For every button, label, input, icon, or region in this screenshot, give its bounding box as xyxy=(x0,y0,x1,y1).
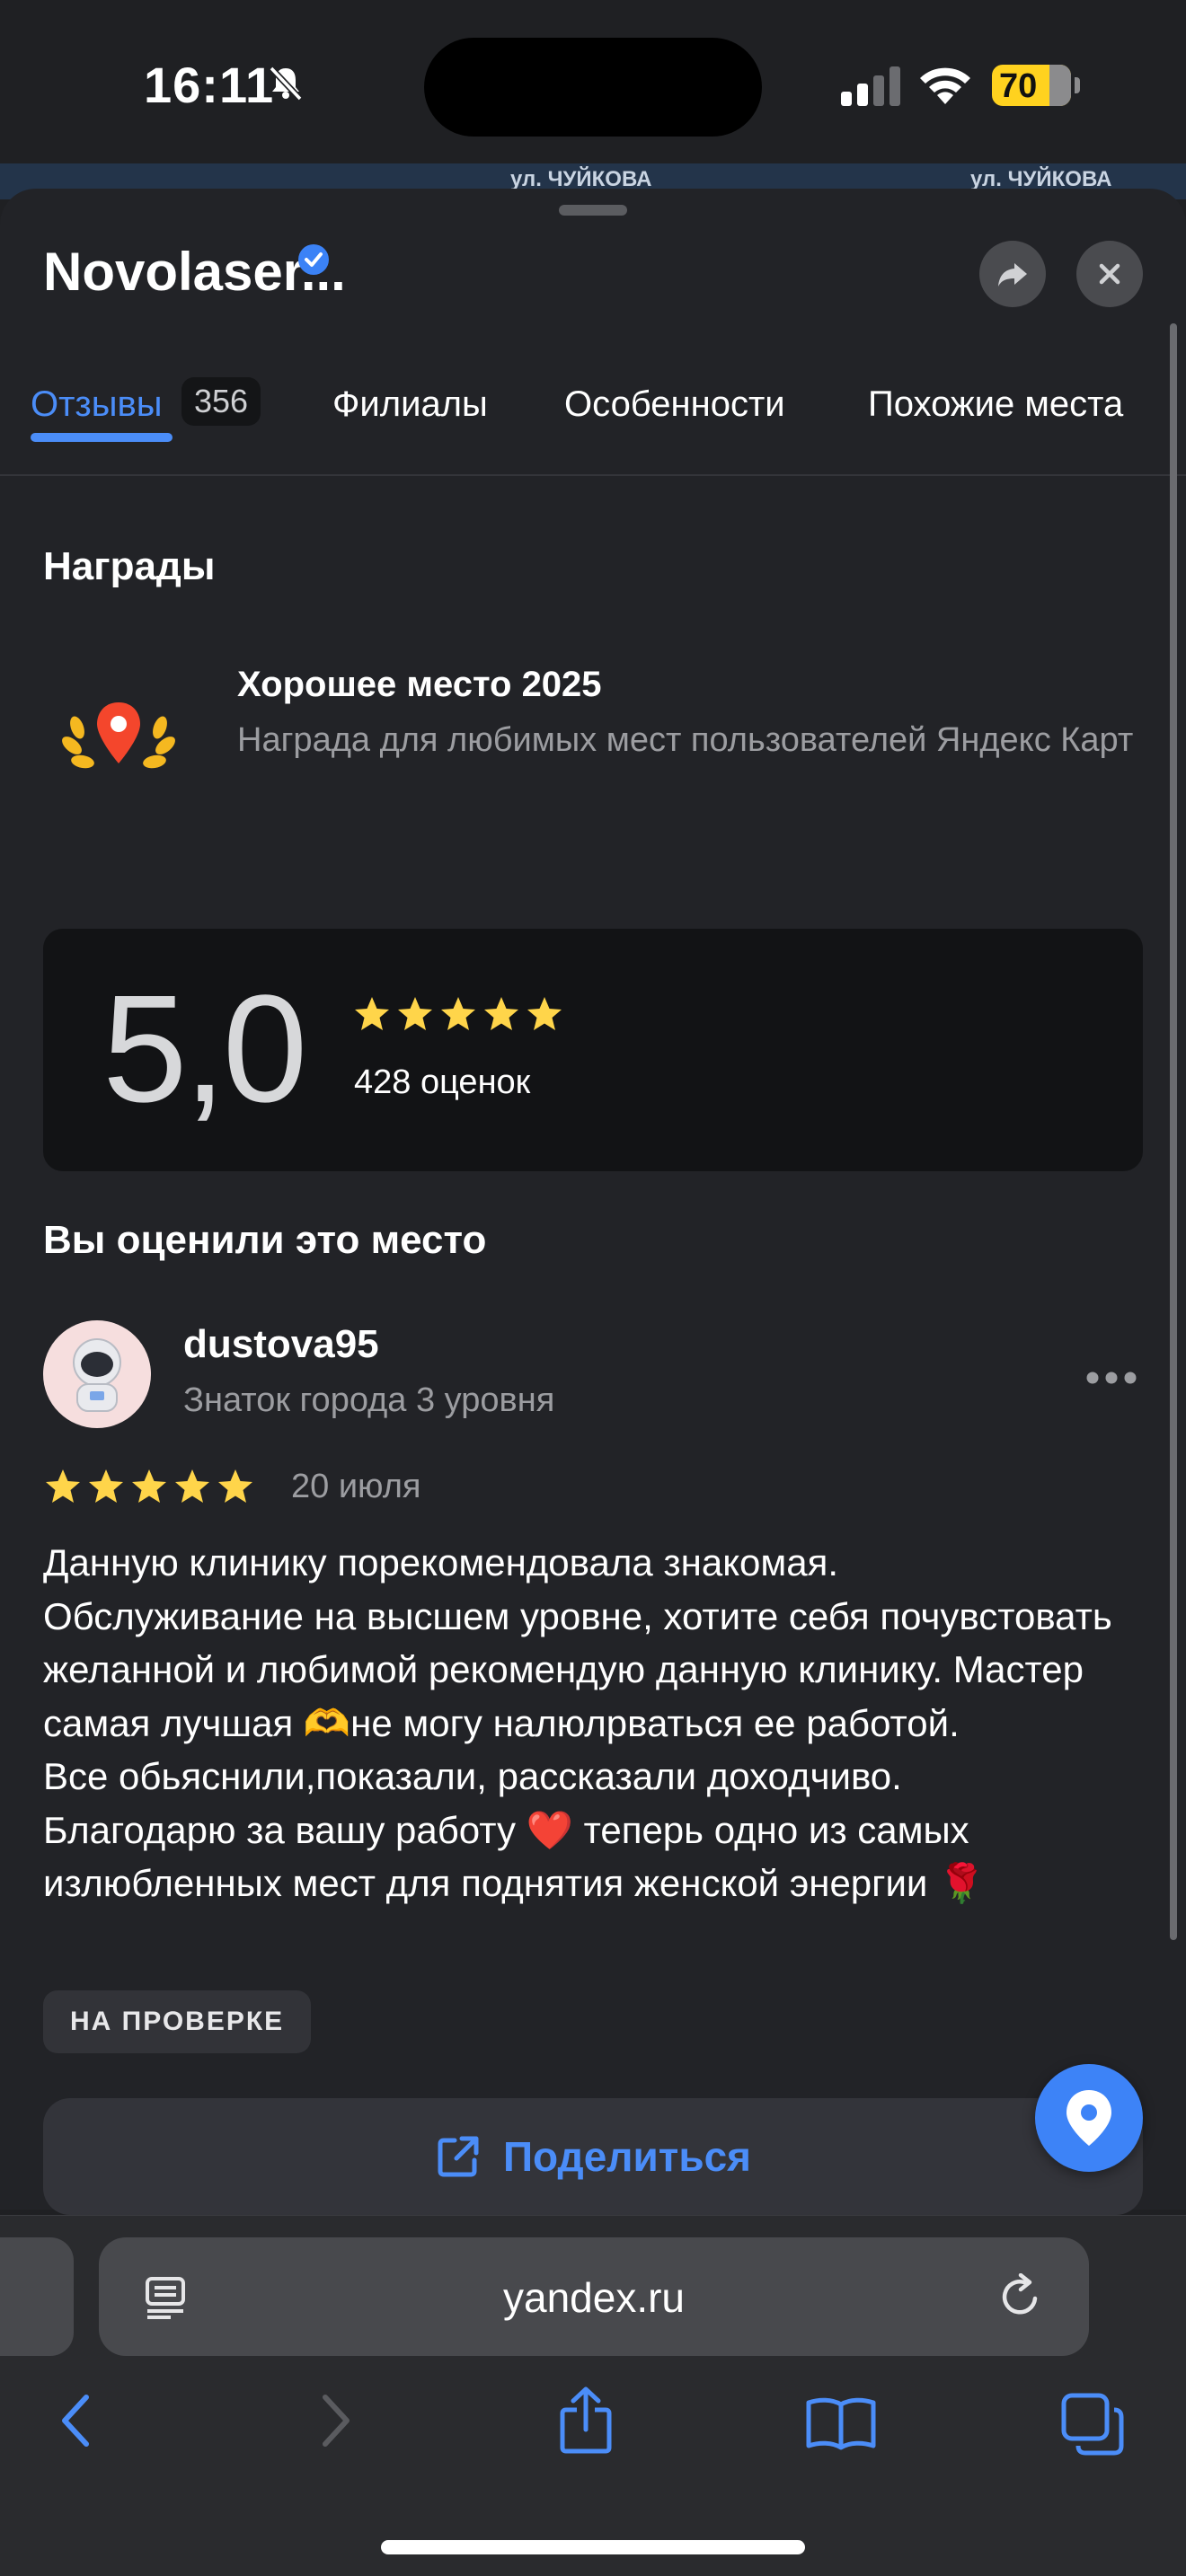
external-share-icon xyxy=(438,2136,479,2177)
battery-indicator: 70 xyxy=(992,65,1071,106)
share-place-label: Поделиться xyxy=(502,2133,752,2180)
bell-slash-icon xyxy=(266,63,305,107)
star-icon xyxy=(218,1469,252,1503)
sheet-grabber[interactable] xyxy=(559,205,627,216)
tabs-icon[interactable] xyxy=(1060,2392,1125,2461)
location-button[interactable] xyxy=(1035,2064,1143,2172)
home-indicator[interactable] xyxy=(381,2540,805,2554)
star-icon xyxy=(527,997,562,1030)
star-icon xyxy=(46,1469,80,1503)
dynamic-island xyxy=(424,38,762,137)
share-place-button[interactable]: Поделиться xyxy=(43,2098,1143,2215)
more-icon[interactable] xyxy=(1085,1371,1137,1389)
bookmarks-icon[interactable] xyxy=(805,2395,877,2456)
tab-label: Отзывы xyxy=(31,384,163,424)
rating-value: 5,0 xyxy=(102,964,307,1134)
url-text: yandex.ru xyxy=(502,2274,685,2321)
awards-heading: Награды xyxy=(43,544,216,588)
star-icon xyxy=(132,1469,166,1503)
review-stars xyxy=(43,1468,259,1512)
close-icon xyxy=(1099,263,1120,285)
close-button[interactable] xyxy=(1076,241,1143,307)
star-icon xyxy=(398,997,432,1030)
review-author-level: Знаток города 3 уровня xyxy=(183,1381,555,1419)
back-icon[interactable] xyxy=(56,2392,95,2454)
status-time: 16:11 xyxy=(144,57,275,113)
avatar[interactable] xyxy=(43,1320,151,1428)
share-sheet-icon[interactable] xyxy=(557,2386,615,2459)
share-button[interactable] xyxy=(979,241,1046,307)
location-pin-icon xyxy=(1067,2090,1111,2146)
star-icon xyxy=(484,997,518,1030)
status-bar: 16:11 70 xyxy=(0,0,1186,171)
tab-features[interactable]: Особенности xyxy=(564,384,785,425)
wifi-icon xyxy=(918,63,972,109)
rating-summary: 5,0 428 оценок xyxy=(43,929,1143,1171)
tab-similar-places[interactable]: Похожие места xyxy=(868,384,1123,425)
tab-bar: Отзывы 356 Филиалы Особенности Похожие м… xyxy=(0,359,1186,476)
review-text: Данную клинику порекомендовала знакомая.… xyxy=(43,1541,1112,1904)
forward-icon[interactable] xyxy=(316,2392,356,2454)
ratings-count: 428 оценок xyxy=(354,1063,531,1101)
status-badge: НА ПРОВЕРКЕ xyxy=(43,1990,312,2053)
award-pin-icon xyxy=(59,692,178,786)
share-icon xyxy=(998,263,1027,287)
your-review-heading: Вы оценили это место xyxy=(43,1218,487,1262)
rating-stars xyxy=(352,995,568,1039)
star-icon xyxy=(441,997,475,1030)
address-bar[interactable]: yandex.ru xyxy=(99,2237,1089,2356)
astronaut-icon xyxy=(73,1338,121,1412)
award-title: Хорошее место 2025 xyxy=(237,665,602,704)
star-icon xyxy=(175,1469,209,1503)
review-date: 20 июля xyxy=(291,1468,421,1505)
review-author-name[interactable]: dustova95 xyxy=(183,1322,379,1367)
verified-icon xyxy=(298,244,329,275)
browser-toolbar: yandex.ru xyxy=(0,2215,1186,2576)
tab-branches[interactable]: Филиалы xyxy=(332,384,488,425)
award-description: Награда для любимых мест пользователей Я… xyxy=(237,721,1134,759)
reload-icon[interactable] xyxy=(997,2272,1044,2325)
signal-icon xyxy=(841,66,900,110)
battery-level: 70 xyxy=(999,67,1038,105)
tab-reviews[interactable]: Отзывы xyxy=(31,384,163,425)
scrollbar[interactable] xyxy=(1170,323,1177,1940)
reviews-count-badge: 356 xyxy=(181,377,261,426)
star-icon xyxy=(355,997,389,1030)
star-icon xyxy=(89,1469,123,1503)
active-tab-indicator xyxy=(31,433,173,442)
previous-tab-preview[interactable] xyxy=(0,2237,74,2356)
place-card-sheet: Novolaser... Отзывы 356 Филиалы Особенно… xyxy=(0,189,1186,2215)
